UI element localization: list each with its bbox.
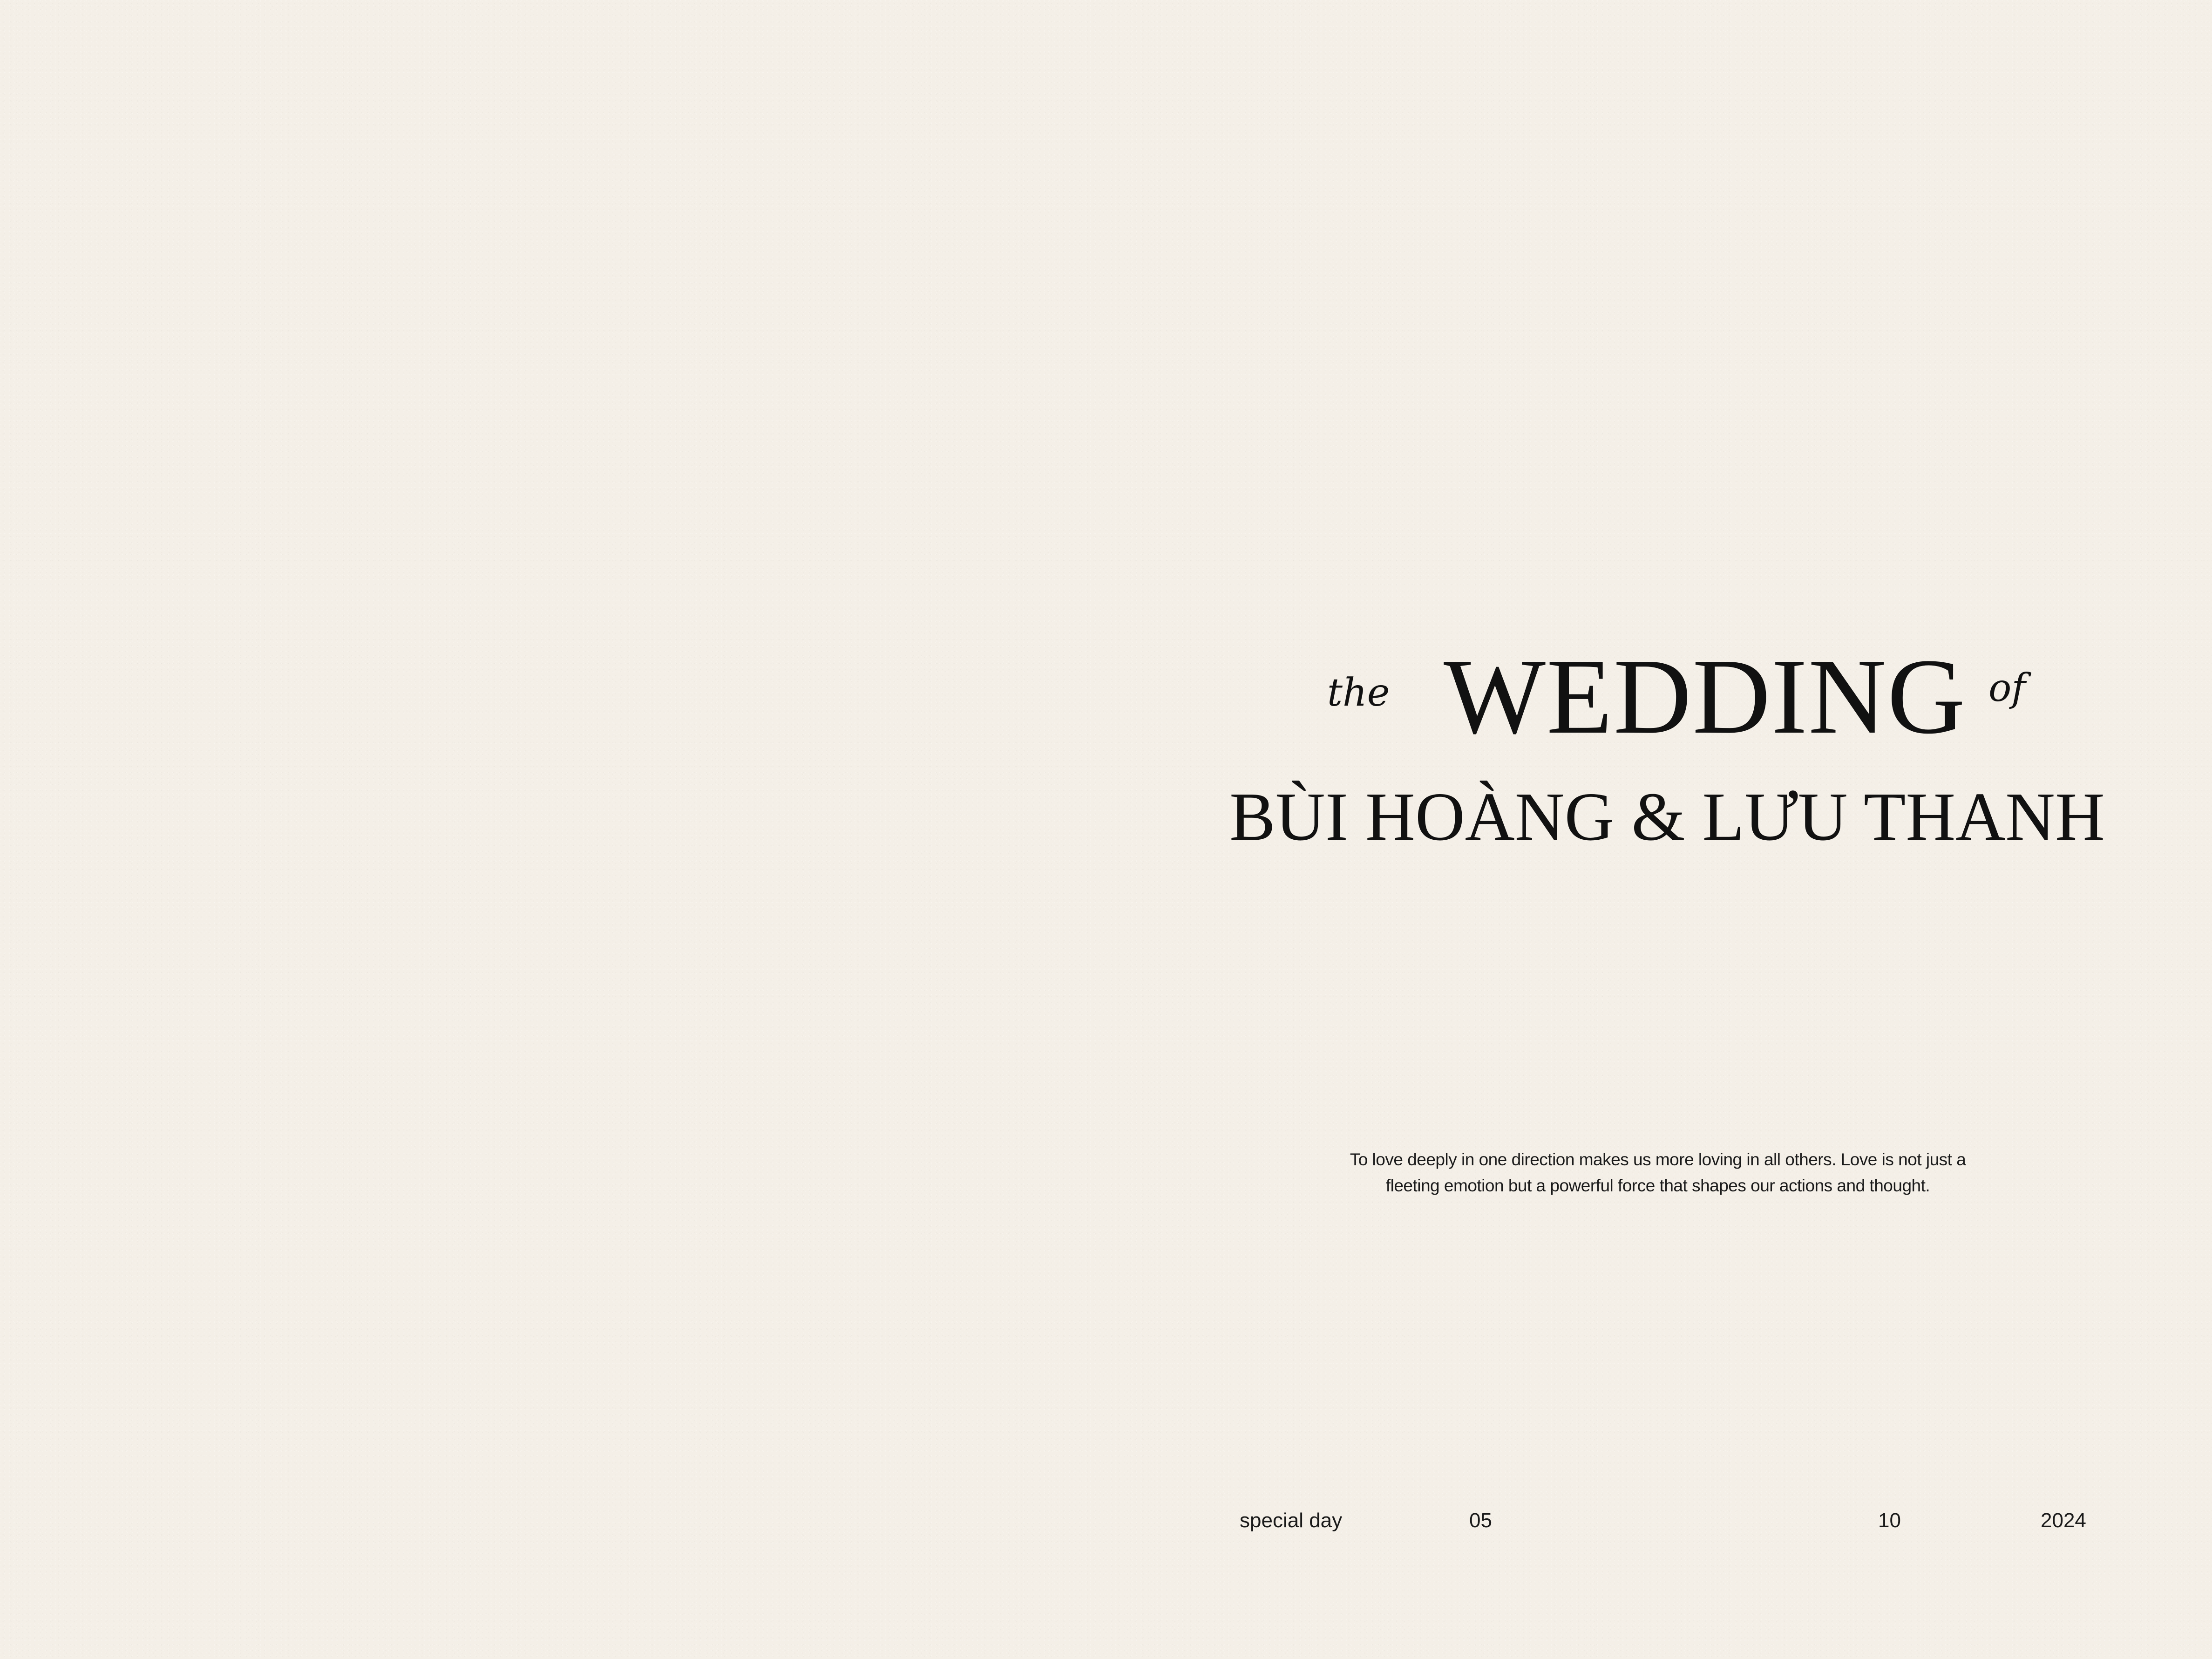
footer-special-day-label: special day: [1240, 1509, 1343, 1532]
title-prefix: the: [1327, 671, 1390, 715]
quote-line-1: To love deeply in one direction makes us…: [1350, 1150, 1966, 1169]
footer-day: 05: [1469, 1509, 1492, 1532]
quote-line-2: fleeting emotion but a powerful force th…: [1385, 1176, 1930, 1195]
footer-year: 2024: [2041, 1509, 2086, 1532]
title-block: the WEDDING of BÙI HOÀNG & LƯU THANH: [1211, 637, 2124, 852]
wedding-invitation-page: the WEDDING of BÙI HOÀNG & LƯU THANH To …: [0, 0, 2212, 1659]
title-suffix: of: [1988, 666, 2026, 710]
quote: To love deeply in one direction makes us…: [1295, 1147, 2021, 1199]
footer-month: 10: [1878, 1509, 1901, 1532]
title-main: WEDDING: [1444, 637, 1967, 756]
couple-names: BÙI HOÀNG & LƯU THANH: [1229, 779, 2105, 855]
